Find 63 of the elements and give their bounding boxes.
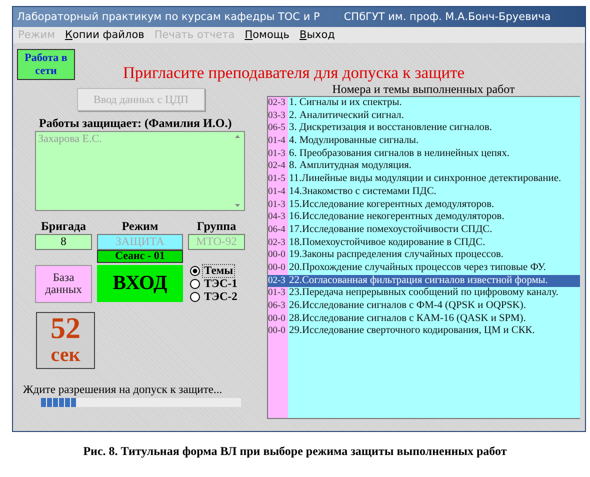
menu-item[interactable]: Помощь [244, 29, 290, 41]
work-code: 00-0 [268, 262, 286, 275]
timer-display: 52 сек [36, 312, 95, 369]
session-label: Сеанс - 01 [97, 250, 183, 263]
work-code: 01-4 [268, 135, 286, 148]
window-title: Лабораторный практикум по курсам кафедры ТОС и Р [17, 11, 320, 23]
status-text: Ждите разрешения на допуск к защите... [23, 384, 222, 396]
work-code: 01-3 [268, 198, 286, 212]
work-item[interactable]: 16.Исследование некогерентных демодуляторов. [288, 211, 504, 224]
work-item[interactable]: 14.Знакомство с системами ПДС. [288, 186, 436, 199]
work-code: 02-3 [268, 236, 286, 250]
radio-button[interactable] [190, 266, 200, 276]
work-item[interactable]: 26.Исследование сигналов с ФМ-4 (QPSK и OQPSK). [288, 300, 526, 313]
radio-label[interactable]: Темы [203, 265, 234, 277]
field-label: Режим [122, 219, 158, 233]
enter-button[interactable]: ВХОД [97, 265, 183, 302]
work-item[interactable]: 29.Исследование сверточного кодирования, ЦМ и СКК. [288, 325, 535, 338]
work-code: 03-3 [268, 110, 286, 122]
work-code: 00-0 [268, 325, 286, 338]
work-code: 00-0 [268, 312, 286, 326]
work-item[interactable]: 20.Прохождение случайных процессов через типовые ФУ. [288, 262, 546, 275]
work-code: 02-4 [268, 160, 286, 174]
radio-label[interactable]: ТЭС-1 [203, 278, 238, 290]
work-code: 04-3 [268, 211, 286, 224]
database-button[interactable]: База данных [35, 265, 92, 303]
work-item[interactable]: 28.Исследование сигналов с КАМ-16 (QASK и SPM). [288, 312, 526, 326]
field-label: Бригада [40, 219, 86, 233]
network-button[interactable]: Работа в сети [17, 49, 75, 80]
work-code: 06-5 [268, 122, 286, 136]
defender-label: Работы защищает: (Фамилия И.О.) [39, 116, 232, 131]
work-code: 01-5 [268, 173, 286, 186]
list-header: Номера и темы выполненных работ [332, 83, 515, 96]
work-item[interactable]: 8. Амплитудная модуляция. [288, 160, 412, 174]
work-code: 06-3 [268, 300, 286, 313]
prompt-text: Пригласите преподавателя для допуска к защите [123, 63, 465, 83]
window-subtitle: СПбГУТ им. проф. М.А.Бонч-Бруевича [344, 11, 551, 23]
radio-button[interactable] [190, 292, 200, 302]
work-item[interactable]: 19.Законы распределения случайных процессов. [288, 249, 504, 262]
value-field[interactable]: 8 [35, 234, 92, 250]
work-code: 06-4 [268, 224, 286, 237]
work-code: 02-3 [268, 274, 288, 288]
work-code: 02-3 [268, 97, 286, 110]
work-item[interactable]: 23.Передача непрерывных сообщений по цифровому каналу. [288, 287, 558, 300]
work-item[interactable]: 6. Преобразования сигналов в нелинейных цепях. [288, 148, 510, 160]
work-item[interactable]: 4. Модулированные сигналы. [288, 135, 419, 148]
menu-item[interactable]: Копии файлов [65, 29, 144, 41]
work-item[interactable]: 18.Помехоустойчивое кодирование в СПДС. [288, 236, 486, 250]
work-item[interactable]: 15.Исследование когерентных демодуляторов. [288, 198, 494, 212]
work-item[interactable]: 3. Дискретизация и восстановление сигналов. [288, 122, 492, 136]
work-item[interactable]: 11.Линейные виды модуляции и синхронное детектирование. [288, 173, 562, 186]
work-code: 01-4 [268, 186, 286, 199]
work-item[interactable]: 17.Исследование помехоустойчивости СПДС. [288, 224, 492, 237]
menu-item[interactable]: Выход [299, 29, 335, 41]
figure-caption: Рис. 8. Титульная форма ВЛ при выборе режима защиты выполненных работ [82, 444, 508, 459]
radio-label[interactable]: ТЭС-2 [203, 291, 238, 303]
work-item[interactable]: 22.Согласованная фильтрация сигналов известной формы. [288, 274, 580, 288]
work-code: 01-3 [268, 148, 286, 160]
work-code: 01-3 [268, 287, 286, 300]
work-item[interactable]: 2. Аналитический сигнал. [288, 110, 404, 122]
work-code: 00-0 [268, 249, 286, 262]
field-label: Группа [196, 219, 236, 233]
work-item[interactable]: 1. Сигналы и их спектры. [288, 97, 402, 110]
radio-button[interactable] [190, 279, 200, 289]
